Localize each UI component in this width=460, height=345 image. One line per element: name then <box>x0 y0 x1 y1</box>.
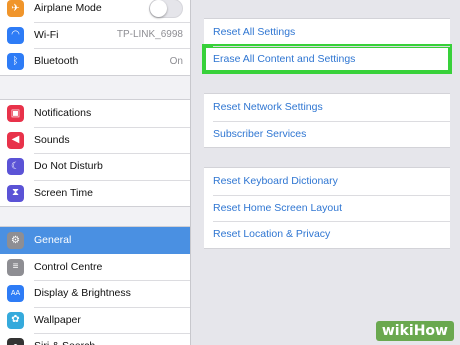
text-size-icon: AA <box>7 285 24 302</box>
sidebar-item-airplane-mode[interactable]: ✈ Airplane Mode <box>0 0 190 22</box>
airplane-mode-toggle[interactable] <box>149 0 183 18</box>
reset-pane: Reset All Settings Erase All Content and … <box>192 0 460 345</box>
reset-location-and-privacy-button[interactable]: Reset Location & Privacy <box>204 221 450 248</box>
wifi-icon: ◠ <box>7 26 24 44</box>
sidebar-item-wi-fi[interactable]: ◠ Wi-Fi TP-LINK_6998 <box>0 21 190 49</box>
sidebar-item-label: Wi-Fi <box>34 28 59 41</box>
sidebar-item-label: Control Centre <box>34 260 103 273</box>
sidebar-item-label: Display & Brightness <box>34 287 131 300</box>
wikihow-watermark: wiki How <box>375 321 454 341</box>
reset-group-network: Reset Network Settings Subscriber Service… <box>204 93 450 148</box>
settings-sidebar: ✈ Airplane Mode ◠ Wi-Fi TP-LINK_6998 ᛒ Bluetoo… <box>0 0 191 345</box>
sidebar-item-sounds[interactable]: ◀ Sounds <box>0 126 190 154</box>
watermark-part1: wiki <box>381 323 414 339</box>
sidebar-item-label: Do Not Disturb <box>34 160 103 173</box>
sidebar-item-label: Airplane Mode <box>34 2 102 15</box>
flower-icon: ✿ <box>7 311 24 329</box>
gear-icon: ⚙ <box>7 232 24 249</box>
switches-icon: ≡ <box>7 258 24 276</box>
sidebar-item-do-not-disturb[interactable]: ☾ Do Not Disturb <box>0 153 190 180</box>
sidebar-item-wallpaper[interactable]: ✿ Wallpaper <box>0 306 190 334</box>
sidebar-item-general[interactable]: ⚙ General <box>0 227 190 254</box>
siri-icon: ● <box>7 338 24 345</box>
reset-home-screen-layout-button[interactable]: Reset Home Screen Layout <box>204 194 450 222</box>
speaker-icon: ◀ <box>7 131 24 149</box>
notifications-icon: ▣ <box>7 105 24 122</box>
sidebar-item-value: On <box>169 55 183 67</box>
reset-group-layout: Reset Keyboard Dictionary Reset Home Scre… <box>204 167 450 249</box>
sidebar-group-connectivity: ✈ Airplane Mode ◠ Wi-Fi TP-LINK_6998 ᛒ Bluetoo… <box>0 0 190 76</box>
bluetooth-icon: ᛒ <box>7 53 24 70</box>
subscriber-services-button[interactable]: Subscriber Services <box>204 120 450 148</box>
sidebar-item-notifications[interactable]: ▣ Notifications <box>0 100 190 127</box>
toggle-knob <box>150 0 167 17</box>
reset-all-settings-button[interactable]: Reset All Settings <box>204 19 450 46</box>
sidebar-item-label: Sounds <box>34 133 70 146</box>
sidebar-item-label: General <box>34 234 72 247</box>
sidebar-item-label: Bluetooth <box>34 55 79 68</box>
sidebar-item-display-and-brightness[interactable]: AA Display & Brightness <box>0 280 190 307</box>
moon-icon: ☾ <box>7 158 24 175</box>
sidebar-item-siri-and-search[interactable]: ● Siri & Search <box>0 333 190 345</box>
hourglass-icon: ⧗ <box>7 184 24 202</box>
sidebar-item-bluetooth[interactable]: ᛒ Bluetooth On <box>0 48 190 75</box>
sidebar-item-control-centre[interactable]: ≡ Control Centre <box>0 254 190 281</box>
sidebar-item-label: Siri & Search <box>34 340 95 345</box>
sidebar-item-label: Screen Time <box>34 186 93 199</box>
sidebar-item-label: Notifications <box>34 107 92 120</box>
reset-keyboard-dictionary-button[interactable]: Reset Keyboard Dictionary <box>204 168 450 195</box>
sidebar-group-notifications: ▣ Notifications ◀ Sounds ☾ Do Not Disturb ⧗ Scr… <box>0 99 190 207</box>
sidebar-group-general: ⚙ General ≡ Control Centre AA Display & Brigh… <box>0 226 190 345</box>
airplane-icon: ✈ <box>7 0 24 17</box>
watermark-part2: How <box>413 323 448 339</box>
reset-group-primary: Reset All Settings Erase All Content and … <box>202 18 452 74</box>
reset-network-settings-button[interactable]: Reset Network Settings <box>204 94 450 121</box>
erase-all-content-and-settings-button[interactable]: Erase All Content and Settings <box>202 43 452 74</box>
sidebar-item-screen-time[interactable]: ⧗ Screen Time <box>0 179 190 207</box>
sidebar-item-value: TP-LINK_6998 <box>116 29 183 41</box>
sidebar-item-label: Wallpaper <box>34 313 81 326</box>
